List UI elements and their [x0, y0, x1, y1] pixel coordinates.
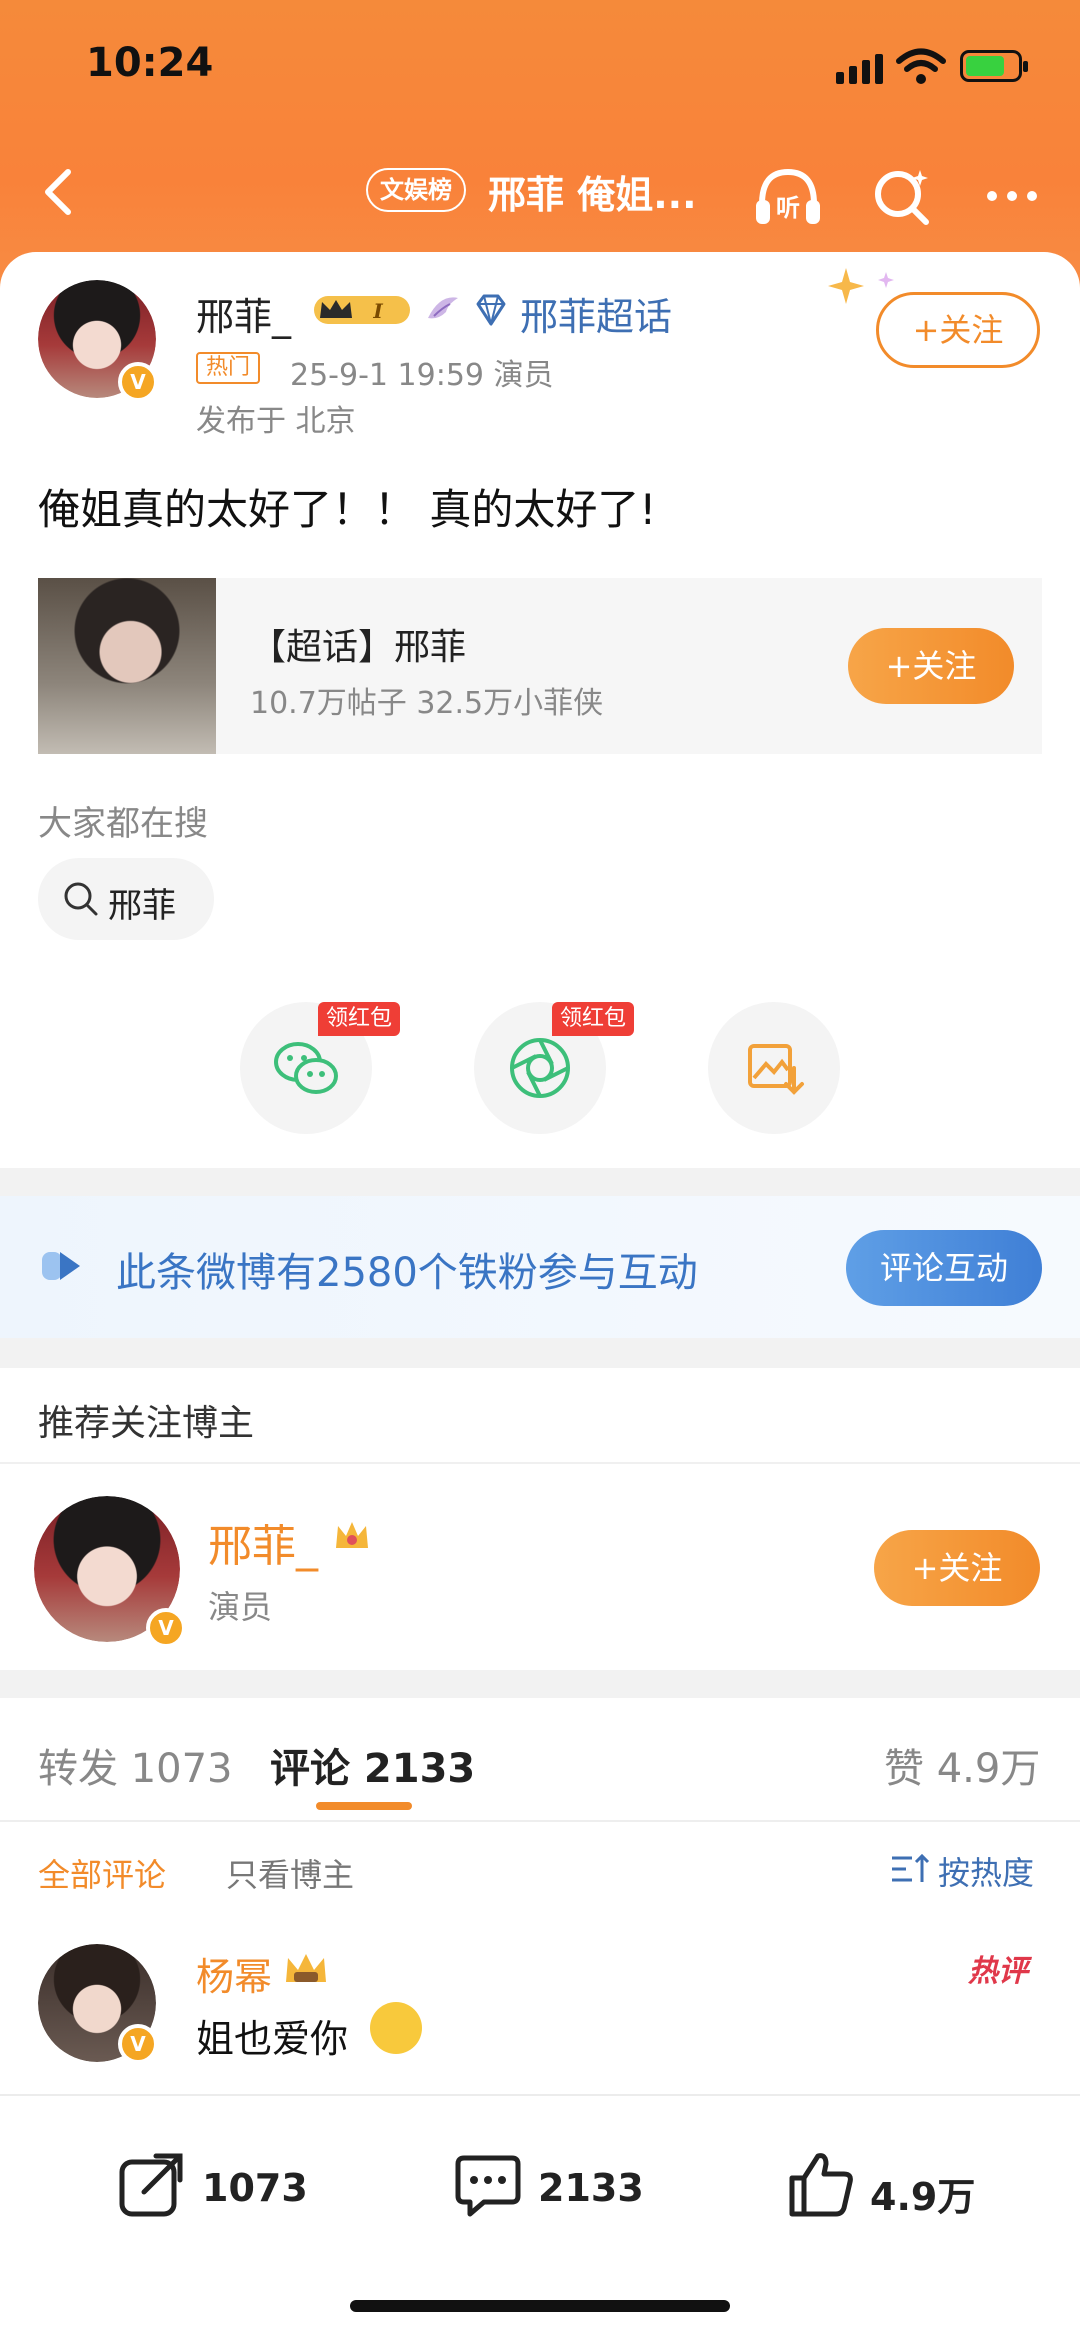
crown-level-icon: I: [314, 296, 410, 324]
verified-badge: V: [118, 2024, 158, 2064]
super-topic-link[interactable]: 邢菲超话: [520, 286, 672, 341]
back-arrow-icon[interactable]: [30, 162, 90, 222]
comment-interact-button[interactable]: 评论互动: [846, 1230, 1042, 1306]
svg-text:I: I: [372, 299, 383, 323]
sort-by-heat[interactable]: 按热度: [938, 1848, 1034, 1894]
comment-icon: [455, 2155, 521, 2217]
topic-thumbnail: [38, 578, 216, 754]
comment-count: 2133: [538, 2166, 644, 2210]
home-indicator: [350, 2300, 730, 2312]
status-bar: 10:24: [0, 0, 1080, 140]
diamond-icon: [476, 294, 506, 326]
follow-topic-button[interactable]: +关注: [848, 628, 1014, 704]
crown-icon: [286, 1954, 326, 1982]
commenter-name[interactable]: 杨幂: [196, 1946, 272, 2001]
fan-interaction-icon: [42, 1252, 80, 1280]
battery-icon: [960, 50, 1028, 82]
post-meta: 25-9-1 19:59 演员: [290, 358, 554, 393]
save-image-button[interactable]: [708, 1002, 840, 1134]
divider: [0, 1462, 1080, 1464]
fan-interaction-text: 此条微博有2580个铁粉参与互动: [116, 1250, 698, 1296]
page-title: 邢菲 俺姐...: [488, 173, 697, 217]
search-icon[interactable]: [862, 156, 942, 236]
search-icon: [64, 882, 98, 916]
verified-badge: V: [118, 362, 158, 402]
post-location: 发布于 北京: [196, 404, 356, 439]
tab-repost[interactable]: 转发 1073: [38, 1736, 233, 1794]
divider: [0, 1820, 1080, 1822]
ranking-tag[interactable]: 文娱榜: [366, 168, 466, 212]
post-text: 俺姐真的太好了！！ 真的太好了!: [38, 485, 657, 534]
trending-search-label: 大家都在搜: [38, 804, 208, 844]
super-topic-card[interactable]: 【超话】邢菲 10.7万帖子 32.5万小菲侠 +关注: [38, 578, 1042, 754]
crown-icon: [336, 1522, 368, 1548]
recommend-title: 推荐关注博主: [38, 1403, 255, 1444]
recommended-name[interactable]: 邢菲_: [208, 1510, 318, 1574]
thumbs-up-icon: [789, 2153, 853, 2217]
listen-headphones-icon[interactable]: 听: [748, 156, 828, 236]
comment-text: 姐也爱你: [196, 2017, 349, 2061]
status-time: 10:24: [86, 40, 214, 86]
topic-name: 【超话】邢菲: [250, 627, 467, 668]
search-chip-text: 邢菲: [108, 886, 176, 926]
repost-count: 1073: [202, 2166, 308, 2210]
follow-author-button[interactable]: +关注: [876, 292, 1040, 368]
author-name[interactable]: 邢菲_: [196, 286, 291, 341]
comments-section: 转发 1073 评论 2133 赞 4.9万 全部评论 只看博主 按热度 V 杨…: [0, 1698, 1080, 2098]
search-chip[interactable]: 邢菲: [38, 858, 214, 940]
recommended-bloggers-section: 推荐关注博主 V 邢菲_ 演员 +关注: [0, 1368, 1080, 1670]
verified-badge: V: [146, 1608, 186, 1648]
like-count: 4.9万: [870, 2175, 976, 2219]
moments-icon: [510, 1038, 570, 1098]
tab-like[interactable]: 赞 4.9万: [884, 1736, 1040, 1794]
wifi-icon: [896, 48, 946, 84]
hot-tag: 热门: [196, 352, 261, 384]
red-packet-badge: 领红包: [318, 1002, 401, 1036]
save-image-icon: [748, 1044, 804, 1095]
comment-tabs: 转发 1073 评论 2133 赞 4.9万: [0, 1698, 1080, 1822]
cellular-signal-icon: [836, 54, 883, 84]
bird-badge-icon: [428, 297, 458, 319]
recommended-subtitle: 演员: [208, 1588, 273, 1626]
filter-author-only[interactable]: 只看博主: [226, 1850, 354, 1896]
repost-icon: [119, 2153, 183, 2217]
more-options-icon[interactable]: [972, 156, 1052, 236]
hug-emoji-icon: [370, 2002, 422, 2054]
top-navigation-bar: 文娱榜 邢菲 俺姐... 听: [0, 140, 1080, 250]
active-tab-indicator: [316, 1802, 412, 1810]
follow-recommended-button[interactable]: +关注: [874, 1530, 1040, 1606]
sort-icon[interactable]: [888, 1852, 932, 1886]
filter-all-comments[interactable]: 全部评论: [38, 1850, 166, 1896]
red-packet-badge: 领红包: [552, 1002, 635, 1036]
svg-text:听: 听: [776, 194, 800, 222]
hot-comment-badge: 热评: [968, 1954, 1028, 1989]
fan-interaction-bar: 此条微博有2580个铁粉参与互动 评论互动: [0, 1196, 1080, 1338]
wechat-icon: [274, 1042, 338, 1094]
topic-stats: 10.7万帖子 32.5万小菲侠: [250, 686, 604, 721]
tab-comment[interactable]: 评论 2133: [270, 1736, 475, 1794]
